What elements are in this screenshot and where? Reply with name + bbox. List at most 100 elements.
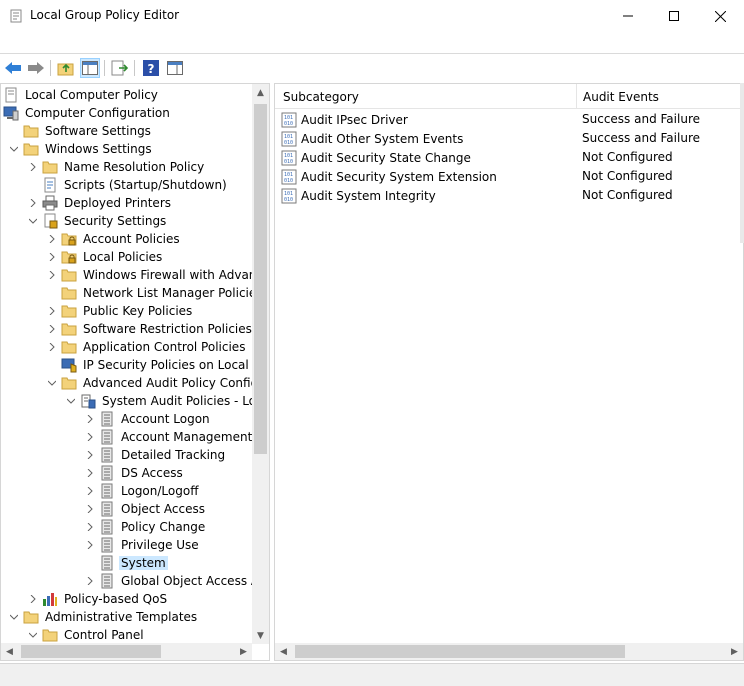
- tree-item-deployed-printers[interactable]: Deployed Printers: [28, 194, 173, 212]
- tree-item-ip-security-policies-on-local-co[interactable]: IP Security Policies on Local Co: [47, 356, 269, 374]
- subcategory-label: Audit IPsec Driver: [301, 113, 408, 127]
- scrollbar-thumb[interactable]: [295, 645, 625, 658]
- chevron-down-icon[interactable]: [28, 630, 38, 640]
- tree-item-security-settings[interactable]: Security Settings: [28, 212, 168, 230]
- list-item[interactable]: 101 010 Audit Other System Events Success a…: [275, 129, 743, 148]
- tree-item-logon-logoff[interactable]: Logon/Logoff: [85, 482, 200, 500]
- tree-item-advanced-audit-policy-configu[interactable]: Advanced Audit Policy Configu: [47, 374, 268, 392]
- chevron-down-icon[interactable]: [9, 612, 19, 622]
- show-hide-action-pane-button[interactable]: [165, 58, 185, 78]
- show-hide-console-tree-button[interactable]: [80, 58, 100, 78]
- chevron-right-icon[interactable]: [47, 270, 57, 280]
- chevron-right-icon[interactable]: [47, 342, 57, 352]
- chevron-right-icon[interactable]: [85, 540, 95, 550]
- chevron-right-icon[interactable]: [85, 468, 95, 478]
- list-horizontal-scrollbar[interactable]: ◀ ▶: [275, 643, 743, 660]
- tree-item-network-list-manager-policies[interactable]: Network List Manager Policies: [47, 284, 265, 302]
- help-button[interactable]: ?: [141, 58, 161, 78]
- forward-button[interactable]: [26, 58, 46, 78]
- tree-item-system-audit-policies-loc[interactable]: System Audit Policies - Loc: [66, 392, 265, 410]
- tree-item-policy-based-qos[interactable]: Policy-based QoS: [28, 590, 169, 608]
- tree-item-application-control-policies[interactable]: Application Control Policies: [47, 338, 247, 356]
- toolbar: ?: [0, 53, 744, 82]
- tree-item-account-policies[interactable]: Account Policies: [47, 230, 182, 248]
- close-button[interactable]: [697, 0, 743, 32]
- tree-item-scripts-startup-shutdown[interactable]: Scripts (Startup/Shutdown): [28, 176, 229, 194]
- tree-item-local-policies[interactable]: Local Policies: [47, 248, 164, 266]
- tree-item-windows-firewall-with-advance[interactable]: Windows Firewall with Advance: [47, 266, 269, 284]
- tree-item-account-logon[interactable]: Account Logon: [85, 410, 212, 428]
- tree-item-public-key-policies[interactable]: Public Key Policies: [47, 302, 194, 320]
- chevron-right-icon[interactable]: [85, 522, 95, 532]
- scroll-right-arrow-icon[interactable]: ▶: [235, 643, 252, 660]
- list-item[interactable]: 101 010 Audit Security State Change Not Con…: [275, 148, 743, 167]
- subcategory-cell: 101 010 Audit Other System Events: [281, 131, 463, 147]
- scroll-left-arrow-icon[interactable]: ◀: [1, 643, 18, 660]
- tree-item-policy-change[interactable]: Policy Change: [85, 518, 207, 536]
- tree-item-administrative-templates[interactable]: Administrative Templates: [9, 608, 199, 626]
- chevron-right-icon[interactable]: [85, 414, 95, 424]
- tree-item-object-access[interactable]: Object Access: [85, 500, 207, 518]
- tree-item-computer-configuration[interactable]: Computer Configuration: [3, 104, 172, 122]
- tree-item-control-panel[interactable]: Control Panel: [28, 626, 146, 644]
- tree-item-software-settings[interactable]: Software Settings: [9, 122, 153, 140]
- chevron-right-icon[interactable]: [47, 234, 57, 244]
- back-button[interactable]: [3, 58, 23, 78]
- chevron-placeholder: [47, 288, 57, 298]
- tree-item-privilege-use[interactable]: Privilege Use: [85, 536, 201, 554]
- console-tree-icon: [82, 61, 98, 75]
- tree-item-windows-settings[interactable]: Windows Settings: [9, 140, 154, 158]
- folder-icon: [42, 159, 58, 175]
- chevron-right-icon[interactable]: [28, 162, 38, 172]
- chevron-right-icon[interactable]: [28, 594, 38, 604]
- scroll-left-arrow-icon[interactable]: ◀: [275, 643, 292, 660]
- minimize-icon: [623, 15, 633, 17]
- tree-item-global-object-access-au[interactable]: Global Object Access Au: [85, 572, 269, 590]
- audit-setting-icon: 101 010: [281, 150, 297, 166]
- tree-horizontal-scrollbar[interactable]: ◀ ▶: [1, 643, 252, 660]
- chevron-right-icon[interactable]: [85, 504, 95, 514]
- tree-item-account-management[interactable]: Account Management: [85, 428, 254, 446]
- tree-item-label: Object Access: [121, 502, 205, 516]
- locked-folder-icon: [61, 249, 77, 265]
- column-header-audit-events[interactable]: Audit Events: [583, 90, 659, 104]
- maximize-button[interactable]: [651, 0, 697, 32]
- chevron-down-icon[interactable]: [66, 396, 76, 406]
- chevron-right-icon[interactable]: [85, 450, 95, 460]
- list-item[interactable]: 101 010 Audit System Integrity Not Configur…: [275, 186, 743, 205]
- chevron-right-icon[interactable]: [28, 198, 38, 208]
- scroll-right-arrow-icon[interactable]: ▶: [726, 643, 743, 660]
- tree-item-local-computer-policy[interactable]: Local Computer Policy: [3, 86, 160, 104]
- scrollbar-thumb[interactable]: [21, 645, 161, 658]
- chevron-right-icon[interactable]: [47, 324, 57, 334]
- tree-item-software-restriction-policies[interactable]: Software Restriction Policies: [47, 320, 254, 338]
- tree-item-name-resolution-policy[interactable]: Name Resolution Policy: [28, 158, 206, 176]
- scroll-down-arrow-icon[interactable]: ▼: [252, 627, 269, 644]
- chevron-down-icon[interactable]: [28, 216, 38, 226]
- chevron-right-icon[interactable]: [85, 486, 95, 496]
- subcategory-cell: 101 010 Audit IPsec Driver: [281, 112, 408, 128]
- column-divider[interactable]: [576, 84, 577, 108]
- tree-vertical-scrollbar[interactable]: ▲ ▼: [252, 84, 269, 644]
- chevron-right-icon[interactable]: [85, 432, 95, 442]
- svg-text:010: 010: [284, 197, 293, 203]
- list-item[interactable]: 101 010 Audit IPsec Driver Success and Fail…: [275, 110, 743, 129]
- chevron-placeholder: [9, 126, 19, 136]
- up-one-level-button[interactable]: [56, 58, 76, 78]
- help-icon: ?: [143, 60, 159, 76]
- column-header-subcategory[interactable]: Subcategory: [283, 90, 359, 104]
- chevron-right-icon[interactable]: [47, 252, 57, 262]
- chevron-right-icon[interactable]: [47, 306, 57, 316]
- minimize-button[interactable]: [605, 0, 651, 32]
- export-list-button[interactable]: [110, 58, 130, 78]
- chevron-down-icon[interactable]: [9, 144, 19, 154]
- console-tree[interactable]: Local Computer Policy Computer Configurat…: [0, 83, 270, 661]
- chevron-down-icon[interactable]: [47, 378, 57, 388]
- scrollbar-thumb[interactable]: [254, 104, 267, 454]
- tree-item-ds-access[interactable]: DS Access: [85, 464, 185, 482]
- list-item[interactable]: 101 010 Audit Security System Extension Not…: [275, 167, 743, 186]
- tree-item-system[interactable]: System: [85, 554, 168, 572]
- chevron-right-icon[interactable]: [85, 576, 95, 586]
- tree-item-detailed-tracking[interactable]: Detailed Tracking: [85, 446, 227, 464]
- scroll-up-arrow-icon[interactable]: ▲: [252, 84, 269, 101]
